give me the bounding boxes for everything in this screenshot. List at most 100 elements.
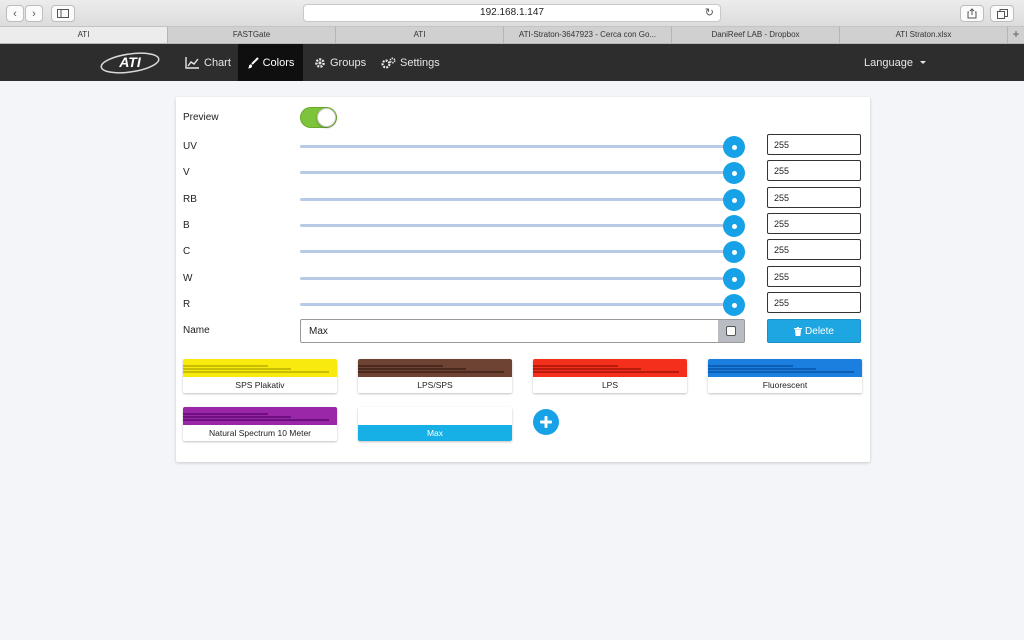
svg-text:ATI: ATI (118, 54, 142, 70)
name-input[interactable] (300, 319, 720, 343)
spectrum-bar (708, 368, 816, 370)
slider-thumb[interactable] (723, 136, 745, 158)
ati-logo[interactable]: ATI (100, 50, 160, 74)
address-bar[interactable]: 192.168.1.147 ↻ (303, 4, 721, 22)
gears-icon (381, 56, 396, 69)
preset-card[interactable]: Fluorescent (708, 359, 862, 393)
slider-thumb[interactable] (723, 241, 745, 263)
delete-label: Delete (805, 325, 834, 337)
preset-card[interactable]: Max (358, 407, 512, 441)
name-label: Name (183, 325, 210, 336)
preset-swatch (358, 359, 512, 377)
add-preset-button[interactable] (533, 409, 559, 435)
reload-icon[interactable]: ↻ (705, 5, 714, 21)
channel-slider[interactable] (300, 224, 735, 227)
checkbox-box (726, 326, 736, 336)
preview-toggle[interactable] (300, 107, 337, 128)
preset-swatch (533, 359, 687, 377)
spectrum-bar (533, 365, 618, 367)
language-label: Language (864, 56, 913, 69)
share-icon (967, 8, 977, 19)
tab-search[interactable]: ATI-Straton-3647923 - Cerca con Go... (504, 27, 672, 43)
nav-chart-label: Chart (204, 56, 231, 69)
tab-fastgate[interactable]: FASTGate (168, 27, 336, 43)
nav-chart[interactable]: Chart (178, 44, 238, 81)
caret-down-icon (919, 61, 926, 64)
tab-xlsx[interactable]: ATI Straton.xlsx (840, 27, 1008, 43)
channel-slider[interactable] (300, 277, 735, 280)
channel-slider[interactable] (300, 198, 735, 201)
browser-toolbar: ‹ › 192.168.1.147 ↻ (0, 0, 1024, 27)
chart-icon (185, 56, 199, 69)
channel-value-input[interactable] (767, 266, 861, 287)
nav-colors-label: Colors (262, 56, 295, 69)
tab-ati-2[interactable]: ATI (336, 27, 504, 43)
spectrum-bar (183, 371, 330, 373)
channel-value-input[interactable] (767, 213, 861, 234)
tabs-overview-button[interactable] (990, 5, 1014, 22)
channel-label: V (183, 167, 190, 178)
channel-slider[interactable] (300, 145, 735, 148)
nav-groups-label: Groups (330, 56, 367, 69)
nav-colors[interactable]: Colors (238, 44, 303, 81)
toggle-knob (317, 108, 336, 127)
preset-label: SPS Plakativ (183, 377, 337, 393)
gear-icon (315, 57, 325, 68)
preset-swatch (708, 359, 862, 377)
channel-label: W (183, 273, 193, 284)
preview-label: Preview (183, 112, 219, 123)
preset-label: Fluorescent (708, 377, 862, 393)
preset-swatch (183, 407, 337, 425)
preset-label: Max (358, 425, 512, 441)
channel-label: C (183, 246, 191, 257)
back-button[interactable]: ‹ (6, 5, 24, 22)
slider-thumb[interactable] (723, 215, 745, 237)
channel-slider[interactable] (300, 171, 735, 174)
nav-settings[interactable]: Settings (377, 44, 444, 81)
delete-button[interactable]: Delete (767, 319, 861, 343)
slider-thumb[interactable] (723, 294, 745, 316)
preset-card[interactable]: LPS/SPS (358, 359, 512, 393)
channel-value-input[interactable] (767, 292, 861, 313)
name-checkbox[interactable] (718, 319, 745, 343)
channel-value-input[interactable] (767, 160, 861, 181)
plus-icon (540, 416, 552, 428)
spectrum-bar (708, 365, 793, 367)
channel-value-input[interactable] (767, 134, 861, 155)
tab-dropbox[interactable]: DaniReef LAB - Dropbox (672, 27, 840, 43)
channel-value-input[interactable] (767, 239, 861, 260)
new-tab-button[interactable]: + (1008, 27, 1024, 43)
spectrum-bar (183, 419, 330, 421)
brush-icon (247, 56, 259, 68)
preset-swatch (358, 407, 512, 425)
slider-thumb[interactable] (723, 268, 745, 290)
preset-card[interactable]: SPS Plakativ (183, 359, 337, 393)
share-button[interactable] (960, 5, 984, 22)
channel-label: R (183, 299, 191, 310)
url-text: 192.168.1.147 (480, 7, 544, 18)
preset-card[interactable]: Natural Spectrum 10 Meter (183, 407, 337, 441)
sidebar-button[interactable] (51, 5, 75, 22)
app-navbar: ATI Chart Colors Groups Settings Languag… (0, 44, 1024, 81)
sidebar-icon (57, 9, 69, 18)
tab-ati[interactable]: ATI (0, 27, 168, 43)
channel-label: RB (183, 194, 197, 205)
spectrum-bar (358, 365, 443, 367)
tabs-overview-icon (996, 8, 1008, 19)
nav-settings-label: Settings (400, 56, 440, 69)
spectrum-bar (708, 371, 855, 373)
channel-slider[interactable] (300, 250, 735, 253)
spectrum-bar (183, 368, 291, 370)
slider-thumb[interactable] (723, 189, 745, 211)
preset-label: LPS (533, 377, 687, 393)
channel-slider[interactable] (300, 303, 735, 306)
slider-thumb[interactable] (723, 162, 745, 184)
browser-tabs: ATI FASTGate ATI ATI-Straton-3647923 - C… (0, 27, 1024, 44)
channel-value-input[interactable] (767, 187, 861, 208)
preset-label: LPS/SPS (358, 377, 512, 393)
forward-button[interactable]: › (25, 5, 43, 22)
language-dropdown[interactable]: Language (864, 44, 926, 81)
preset-card[interactable]: LPS (533, 359, 687, 393)
spectrum-bar (533, 368, 641, 370)
nav-groups[interactable]: Groups (310, 44, 370, 81)
